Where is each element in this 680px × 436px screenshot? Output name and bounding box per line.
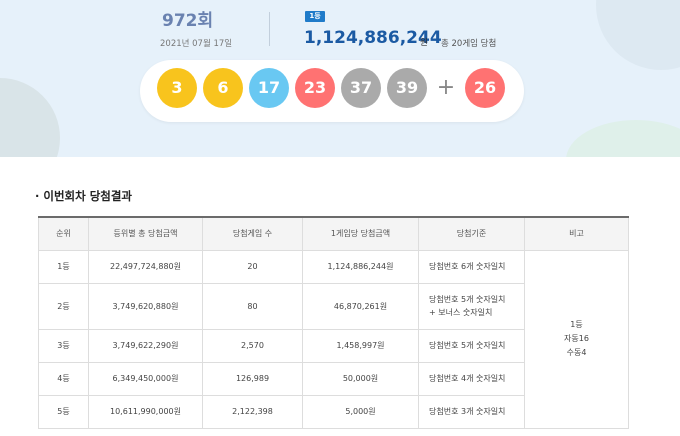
column-header: 비고 xyxy=(524,216,629,251)
criteria-cell: 당첨번호 5개 숫자일치 xyxy=(418,328,525,363)
column-header: 등위별 총 당첨금액 xyxy=(88,216,203,251)
remark-line: 수동4 xyxy=(566,348,587,357)
number-ball: 17 xyxy=(249,68,289,108)
criteria-cell: 당첨번호 3개 숫자일치 xyxy=(418,394,525,429)
remark-cell: 1등 자동16 수동4 xyxy=(524,249,629,429)
criteria-line: 당첨번호 5개 숫자일치 xyxy=(429,295,506,304)
total-prize-cell: 22,497,724,880원 xyxy=(88,249,203,284)
criteria-line: + 보너스 숫자일치 xyxy=(429,308,493,317)
total-prize-cell: 3,749,620,880원 xyxy=(88,282,203,330)
results-table: 순위 등위별 총 당첨금액 당첨게임 수 1게임당 당첨금액 당첨기준 비고 1… xyxy=(38,216,629,429)
criteria-cell: 당첨번호 5개 숫자일치 + 보너스 숫자일치 xyxy=(418,282,525,330)
plus-icon: + xyxy=(436,75,456,100)
winning-games-cell: 80 xyxy=(202,282,303,330)
rank-cell: 3등 xyxy=(38,328,89,363)
winning-games-cell: 2,122,398 xyxy=(202,394,303,429)
criteria-cell: 당첨번호 4개 숫자일치 xyxy=(418,361,525,396)
per-game-prize-cell: 1,124,886,244원 xyxy=(302,249,419,284)
rank-cell: 4등 xyxy=(38,361,89,396)
winner-count-note: 총 20게임 당첨 xyxy=(441,39,497,49)
divider xyxy=(269,12,270,46)
rank-cell: 5등 xyxy=(38,394,89,429)
total-prize-cell: 6,349,450,000원 xyxy=(88,361,203,396)
decorative-circle xyxy=(0,78,60,157)
per-game-prize-cell: 5,000원 xyxy=(302,394,419,429)
winning-games-cell: 2,570 xyxy=(202,328,303,363)
rank-cell: 1등 xyxy=(38,249,89,284)
decorative-circle xyxy=(596,0,680,70)
draw-summary-banner: 972회 2021년 07월 17일 1등 1,124,886,244 원 총 … xyxy=(0,0,680,157)
section-title: · 이번회차 당첨결과 xyxy=(35,189,133,203)
per-game-prize-cell: 1,458,997원 xyxy=(302,328,419,363)
first-rank-badge: 1등 xyxy=(305,11,325,22)
number-ball: 23 xyxy=(295,68,335,108)
prize-unit: 원 xyxy=(420,38,428,48)
per-game-prize-cell: 46,870,261원 xyxy=(302,282,419,330)
remark-line: 1등 xyxy=(570,320,583,329)
number-ball: 39 xyxy=(387,68,427,108)
rank-cell: 2등 xyxy=(38,282,89,330)
bonus-ball: 26 xyxy=(465,68,505,108)
winning-games-cell: 126,989 xyxy=(202,361,303,396)
draw-round: 972회 xyxy=(162,11,214,31)
table-row: 1등 22,497,724,880원 20 1,124,886,244원 당첨번… xyxy=(38,249,629,429)
number-ball: 3 xyxy=(157,68,197,108)
per-game-prize-cell: 50,000원 xyxy=(302,361,419,396)
criteria-cell: 당첨번호 6개 숫자일치 xyxy=(418,249,525,284)
table-header-row: 순위 등위별 총 당첨금액 당첨게임 수 1게임당 당첨금액 당첨기준 비고 xyxy=(38,216,629,251)
winning-games-cell: 20 xyxy=(202,249,303,284)
decorative-circle xyxy=(566,120,680,157)
total-prize-cell: 3,749,622,290원 xyxy=(88,328,203,363)
column-header: 당첨게임 수 xyxy=(202,216,303,251)
column-header: 순위 xyxy=(38,216,89,251)
number-ball: 6 xyxy=(203,68,243,108)
remark-line: 자동16 xyxy=(564,334,589,343)
number-ball: 37 xyxy=(341,68,381,108)
column-header: 당첨기준 xyxy=(418,216,525,251)
total-prize-cell: 10,611,990,000원 xyxy=(88,394,203,429)
draw-date: 2021년 07월 17일 xyxy=(160,39,233,49)
column-header: 1게임당 당첨금액 xyxy=(302,216,419,251)
